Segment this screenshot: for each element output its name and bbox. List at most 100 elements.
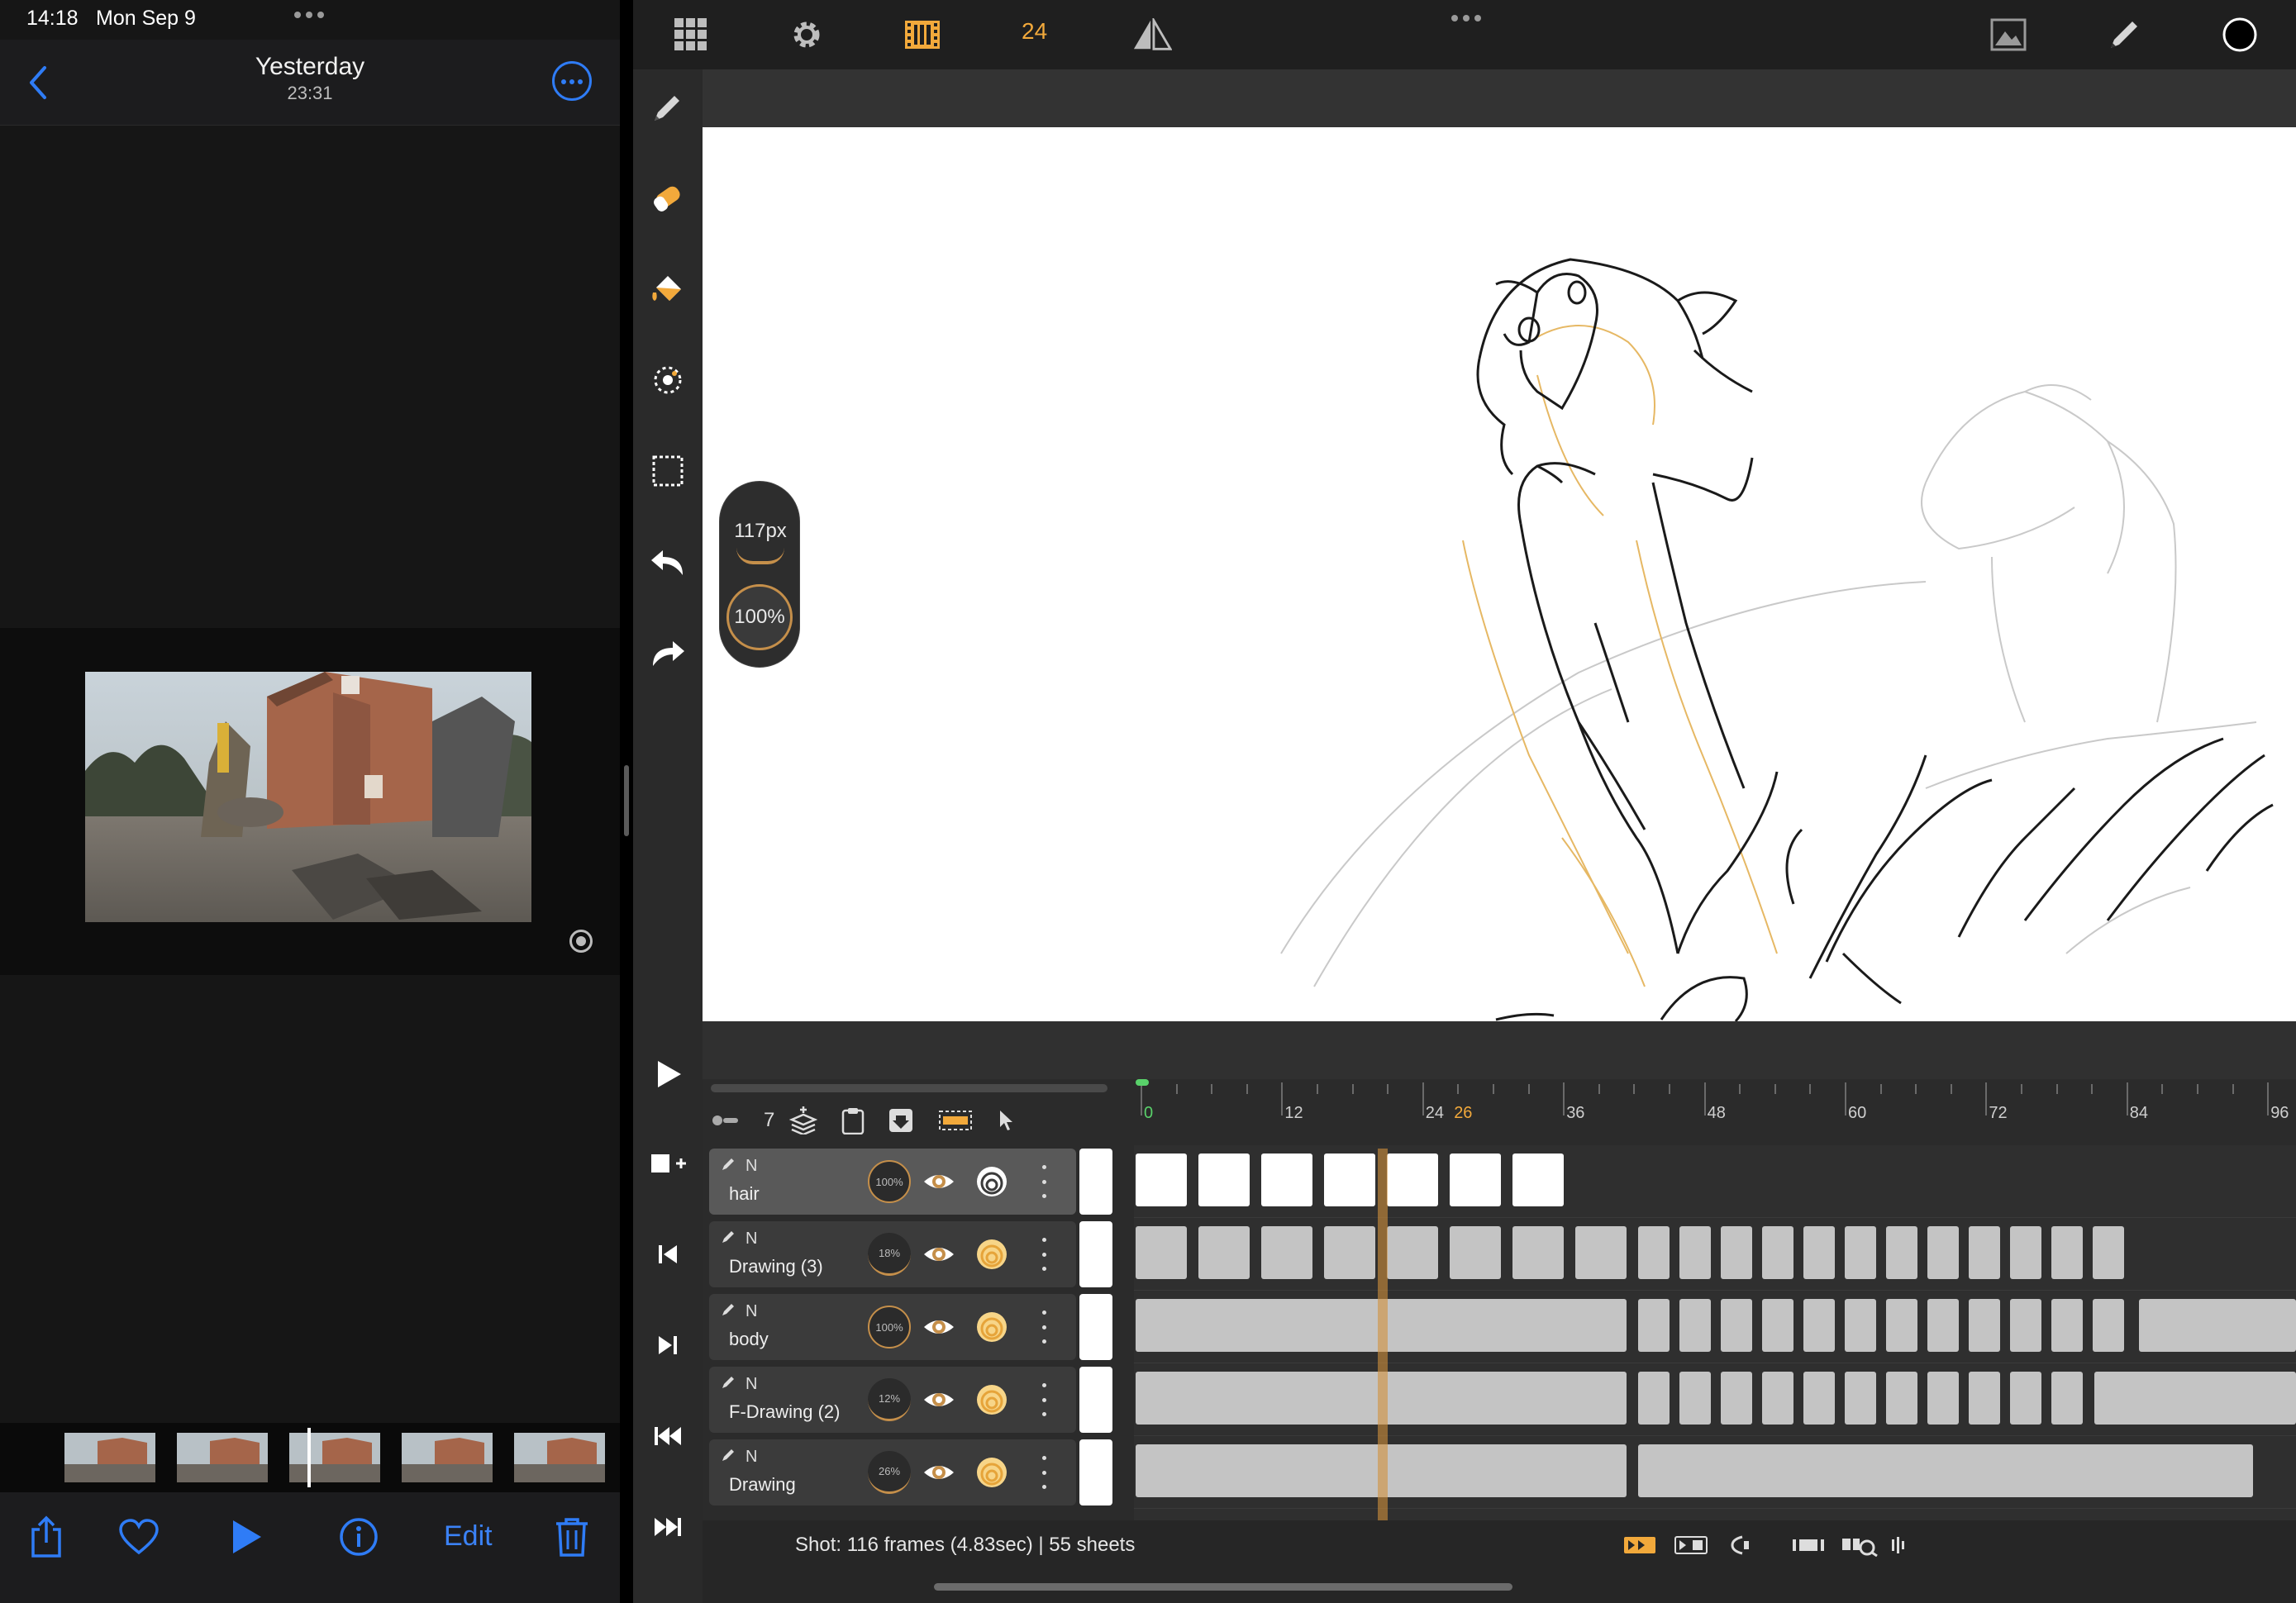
frame-cell[interactable] (2051, 1372, 2083, 1425)
fps-button[interactable]: 24 (1022, 18, 1047, 45)
eraser-tool[interactable] (645, 175, 691, 221)
film-thumbnail[interactable] (64, 1433, 155, 1482)
layer-opacity[interactable]: 12% (868, 1378, 911, 1421)
layer-tab[interactable] (1079, 1294, 1112, 1360)
frame-cell[interactable] (2010, 1372, 2041, 1425)
onion-skin-icon[interactable] (975, 1165, 1008, 1198)
layer-name[interactable]: hair (729, 1183, 760, 1205)
multitasking-dots[interactable] (1451, 15, 1481, 21)
film-thumbnail[interactable] (289, 1433, 380, 1482)
layer-menu-button[interactable] (1040, 1310, 1048, 1344)
timesheet-button[interactable] (903, 15, 942, 55)
select-pointer-button[interactable] (992, 1106, 1022, 1135)
frame-cell[interactable] (1450, 1226, 1501, 1279)
frame-cell[interactable] (1927, 1372, 1959, 1425)
frame-cell[interactable] (1198, 1153, 1250, 1206)
frame-cell[interactable] (2094, 1372, 2296, 1425)
edit-button[interactable]: Edit (444, 1520, 493, 1553)
frame-cell[interactable] (1679, 1372, 1711, 1425)
frame-cell[interactable] (1638, 1444, 2253, 1497)
onion-skin-icon[interactable] (975, 1383, 1008, 1416)
frame-cell[interactable] (2010, 1226, 2041, 1279)
layer-opacity[interactable]: 18% (868, 1233, 911, 1276)
frame-cell[interactable] (1969, 1226, 2000, 1279)
layer-blend-mode[interactable]: N (745, 1157, 757, 1176)
first-frame-button[interactable] (645, 1413, 691, 1459)
frame-cell[interactable] (1324, 1153, 1375, 1206)
layer-row[interactable]: Nbody 100% (709, 1294, 1076, 1360)
layer-blend-mode[interactable]: N (745, 1230, 757, 1249)
add-layer-button[interactable] (788, 1106, 818, 1135)
settings-button[interactable] (787, 15, 826, 55)
frame-cell[interactable] (1721, 1226, 1752, 1279)
audio-button[interactable] (1891, 1534, 1911, 1557)
multitasking-dots[interactable] (294, 12, 324, 18)
onion-skin-toggle[interactable] (1623, 1534, 1656, 1557)
layer-opacity[interactable]: 100% (868, 1160, 911, 1203)
layer-tab[interactable] (1079, 1221, 1112, 1287)
frame-cell[interactable] (1969, 1299, 2000, 1352)
frame-cell[interactable] (1512, 1153, 1564, 1206)
undo-button[interactable] (645, 539, 691, 585)
frame-cell[interactable] (2093, 1226, 2124, 1279)
layer-name[interactable]: Drawing (3) (729, 1256, 823, 1277)
play-animation-button[interactable] (645, 1051, 691, 1097)
frame-cell[interactable] (2051, 1226, 2083, 1279)
frame-cell[interactable] (1198, 1226, 1250, 1279)
frame-cell[interactable] (1886, 1299, 1917, 1352)
layer-blend-mode[interactable]: N (745, 1375, 757, 1394)
home-indicator[interactable] (934, 1583, 1512, 1591)
frame-cell[interactable] (1886, 1372, 1917, 1425)
gallery-button[interactable] (671, 15, 711, 55)
onion-skin-icon[interactable] (975, 1238, 1008, 1271)
frame-cell[interactable] (1136, 1226, 1187, 1279)
layer-blend-mode[interactable]: N (745, 1302, 757, 1321)
layer-opacity[interactable]: 100% (868, 1306, 911, 1349)
frame-cell[interactable] (1450, 1153, 1501, 1206)
frame-cell[interactable] (2051, 1299, 2083, 1352)
frame-cell[interactable] (1886, 1226, 1917, 1279)
layer-tab[interactable] (1079, 1367, 1112, 1433)
layer-panel-resizer[interactable] (711, 1084, 1108, 1092)
layer-name[interactable]: F-Drawing (2) (729, 1401, 840, 1423)
reference-image-button[interactable] (1989, 15, 2028, 55)
visibility-eye-icon[interactable] (922, 1239, 955, 1269)
filmstrip[interactable] (0, 1423, 620, 1492)
info-button[interactable] (334, 1512, 383, 1562)
split-view-divider[interactable] (624, 765, 629, 836)
play-button[interactable] (222, 1512, 271, 1562)
photo-viewer[interactable] (0, 628, 620, 975)
frame-cell[interactable] (1762, 1226, 1793, 1279)
layer-menu-button[interactable] (1040, 1238, 1048, 1271)
frame-cell[interactable] (1679, 1226, 1711, 1279)
layer-opacity[interactable]: 26% (868, 1451, 911, 1494)
layer-menu-button[interactable] (1040, 1165, 1048, 1198)
brush-settings-button[interactable] (2104, 15, 2144, 55)
frame-cell[interactable] (1721, 1372, 1752, 1425)
brush-size-value[interactable]: 117px (720, 520, 801, 543)
add-frame-button[interactable] (645, 1140, 691, 1187)
visibility-eye-icon[interactable] (922, 1458, 955, 1487)
timeline-track[interactable] (1134, 1436, 2296, 1509)
layer-blend-mode[interactable]: N (745, 1448, 757, 1467)
onion-skin-icon[interactable] (975, 1310, 1008, 1344)
frame-cell[interactable] (1803, 1226, 1835, 1279)
flip-canvas-button[interactable] (1132, 15, 1172, 55)
layer-name[interactable]: body (729, 1329, 769, 1350)
frame-cell[interactable] (1762, 1299, 1793, 1352)
frame-cell[interactable] (1845, 1372, 1876, 1425)
layer-menu-button[interactable] (1040, 1383, 1048, 1416)
delete-button[interactable] (547, 1512, 597, 1562)
zoom-timeline-button[interactable] (1841, 1534, 1878, 1557)
frame-cell[interactable] (1845, 1226, 1876, 1279)
frame-cell[interactable] (1136, 1153, 1187, 1206)
frame-cell[interactable] (1969, 1372, 2000, 1425)
in-point-marker[interactable] (1136, 1079, 1149, 1086)
frame-cell[interactable] (2010, 1299, 2041, 1352)
frame-ruler[interactable]: 0122426364860728496107 (1134, 1079, 2296, 1145)
frame-cell[interactable] (1638, 1226, 1670, 1279)
layer-tab[interactable] (1079, 1149, 1112, 1215)
frame-cell[interactable] (1261, 1153, 1312, 1206)
frame-cell[interactable] (1575, 1226, 1627, 1279)
drawing-canvas[interactable] (703, 127, 2296, 1021)
